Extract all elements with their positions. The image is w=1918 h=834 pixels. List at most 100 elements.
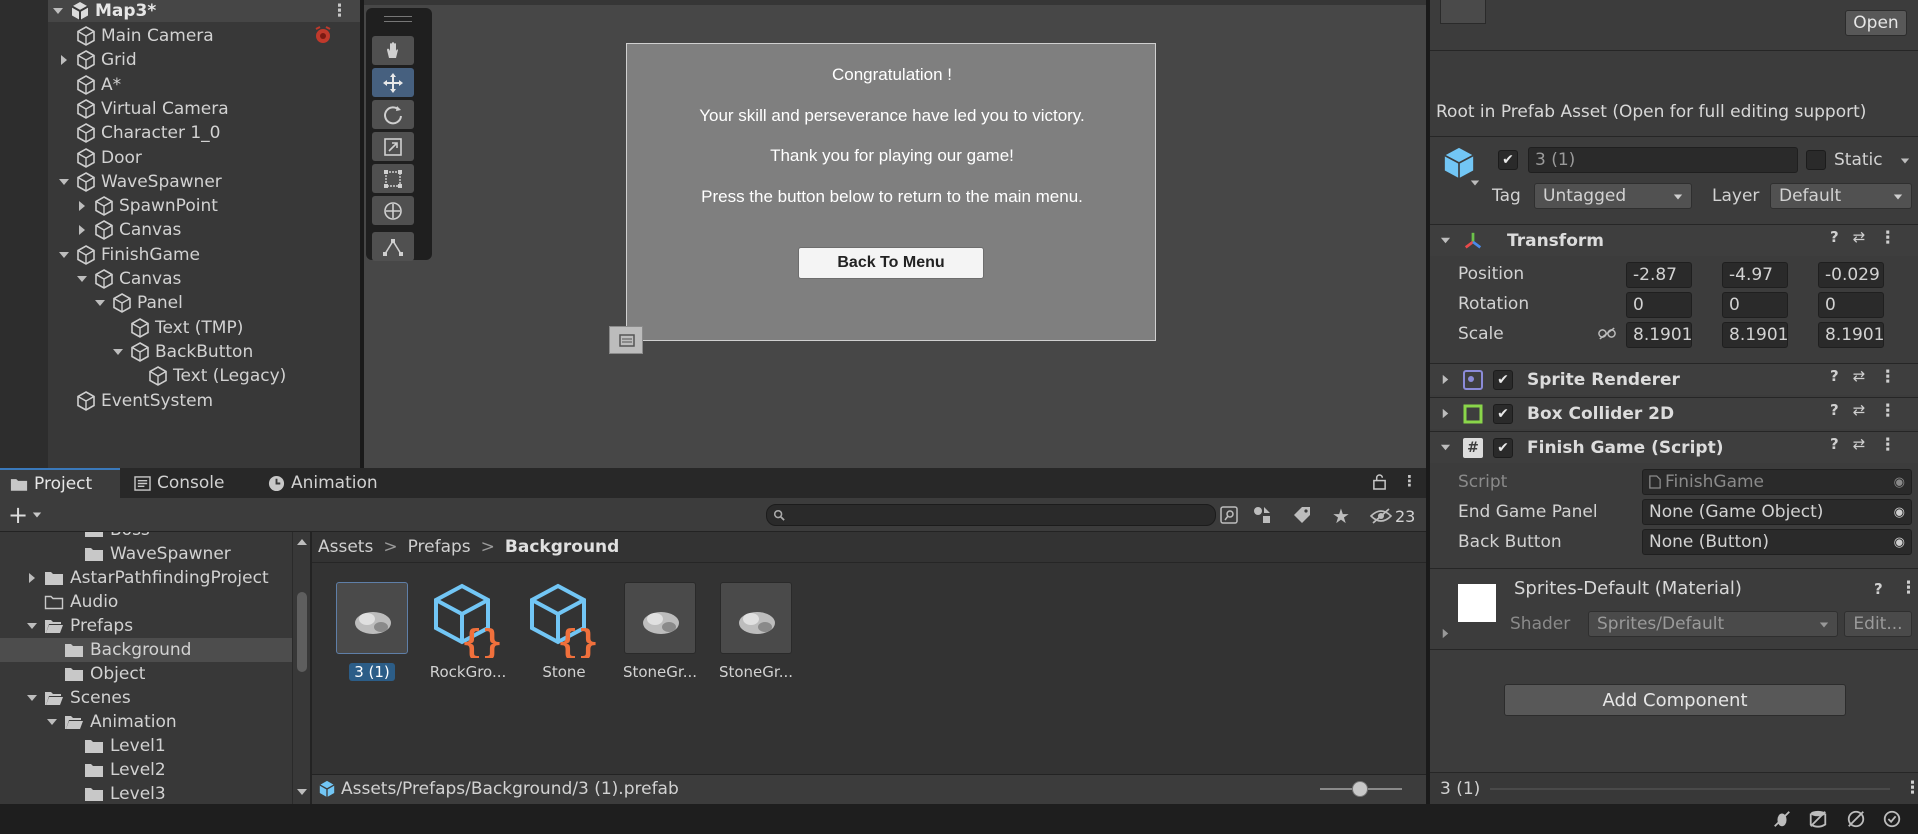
shader-dropdown[interactable]: Sprites/Default	[1588, 611, 1838, 637]
hierarchy-item[interactable]: Virtual Camera	[0, 97, 229, 121]
scroll-thumb[interactable]	[297, 592, 307, 672]
rotation-z-field[interactable]: 0	[1818, 292, 1884, 318]
scroll-up-icon[interactable]	[296, 536, 308, 548]
rect-handle-icon[interactable]	[609, 326, 643, 354]
chevron-right-icon[interactable]	[1440, 628, 1451, 639]
static-checkbox[interactable]	[1806, 150, 1826, 170]
tag-dropdown[interactable]: Untagged	[1534, 183, 1692, 209]
project-folder-item[interactable]: Background	[0, 638, 292, 662]
chevron-right-icon[interactable]	[76, 224, 88, 236]
position-z-field[interactable]: -0.029	[1818, 262, 1884, 288]
scene-view[interactable]: Congratulation ! Your skill and persevera…	[364, 0, 1426, 468]
scale-tool-button[interactable]	[372, 132, 414, 161]
asset-item[interactable]: {} RockGro...	[422, 582, 514, 692]
breadcrumb-prefaps[interactable]: Prefaps	[408, 537, 471, 557]
project-folder-item[interactable]: Prefaps	[0, 614, 292, 638]
progress-check-icon[interactable]	[1882, 809, 1902, 829]
chevron-down-icon[interactable]	[1900, 156, 1910, 166]
asset-item[interactable]: {} Stone	[518, 582, 610, 692]
chevron-down-icon[interactable]	[94, 297, 106, 309]
add-component-button[interactable]: Add Component	[1504, 684, 1846, 716]
presets-icon[interactable]: ⇄	[1853, 435, 1866, 455]
breadcrumb-background[interactable]: Background	[505, 537, 619, 557]
filter-by-type-icon[interactable]	[1252, 505, 1272, 525]
hierarchy-item[interactable]: A*	[0, 73, 121, 97]
position-y-field[interactable]: -4.97	[1722, 262, 1788, 288]
scale-y-field[interactable]: 8.1901	[1722, 322, 1788, 348]
object-picker-icon[interactable]: ◉	[1894, 535, 1905, 550]
sprite-renderer-enabled-checkbox[interactable]: ✔	[1493, 369, 1513, 390]
context-menu-icon[interactable]: ⋮	[1879, 435, 1896, 455]
chevron-right-icon[interactable]	[26, 572, 38, 584]
footer-resize-bar[interactable]	[1490, 788, 1890, 790]
chevron-down-icon[interactable]	[46, 716, 58, 728]
script-field[interactable]: FinishGame ◉	[1642, 469, 1912, 495]
chevron-down-icon[interactable]	[112, 346, 124, 358]
help-icon[interactable]: ?	[1830, 435, 1839, 455]
icon-size-slider[interactable]	[1320, 781, 1402, 797]
tab-console[interactable]: Console	[134, 468, 225, 498]
tree-scrollbar[interactable]	[292, 532, 310, 804]
back-button-field[interactable]: None (Button) ◉	[1642, 529, 1912, 555]
chevron-right-icon[interactable]	[58, 54, 70, 66]
cache-server-icon[interactable]	[1808, 809, 1828, 829]
finish-game-enabled-checkbox[interactable]: ✔	[1493, 437, 1513, 458]
project-folder-item[interactable]: Scenes	[0, 686, 292, 710]
project-search-input[interactable]	[766, 504, 1216, 526]
project-folder-item[interactable]: AstarPathfindingProject	[0, 566, 292, 590]
project-folder-item[interactable]: Audio	[0, 590, 292, 614]
rotation-x-field[interactable]: 0	[1626, 292, 1692, 318]
active-checkbox[interactable]: ✔	[1498, 150, 1518, 170]
hierarchy-item[interactable]: Panel	[0, 291, 183, 315]
finish-panel[interactable]: Congratulation ! Your skill and persevera…	[626, 43, 1156, 341]
rotation-y-field[interactable]: 0	[1722, 292, 1788, 318]
chevron-right-icon[interactable]	[76, 200, 88, 212]
context-menu-icon[interactable]: ⋮	[1904, 778, 1918, 798]
hierarchy-item[interactable]: Text (TMP)	[0, 316, 243, 340]
context-menu-icon[interactable]: ⋮	[1879, 228, 1896, 248]
chevron-down-icon[interactable]	[58, 249, 70, 261]
help-icon[interactable]: ?	[1830, 228, 1839, 248]
chevron-right-icon[interactable]	[1440, 408, 1451, 419]
help-icon[interactable]: ?	[1830, 367, 1839, 387]
hierarchy-item[interactable]: Character 1_0	[0, 121, 220, 145]
box-collider-enabled-checkbox[interactable]: ✔	[1493, 403, 1513, 424]
chevron-down-icon[interactable]	[76, 273, 88, 285]
project-folder-item[interactable]: Level3	[0, 782, 292, 804]
hidden-packages-toggle[interactable]: 23	[1370, 504, 1415, 528]
chevron-right-icon[interactable]	[1440, 374, 1451, 385]
chevron-down-icon[interactable]	[52, 5, 64, 17]
hand-tool-button[interactable]	[372, 36, 414, 65]
bug-disabled-icon[interactable]	[1772, 809, 1792, 829]
filter-by-label-icon[interactable]	[1292, 505, 1312, 525]
hierarchy-item[interactable]: EventSystem	[0, 389, 213, 413]
hierarchy-item[interactable]: BackButton	[0, 340, 253, 364]
open-prefab-button[interactable]: Open	[1845, 10, 1907, 36]
tab-project[interactable]: Project	[0, 468, 120, 498]
rect-tool-button[interactable]	[372, 164, 414, 193]
object-picker-icon[interactable]: ◉	[1894, 475, 1905, 490]
hierarchy-item[interactable]: Canvas	[0, 218, 181, 242]
project-folder-item[interactable]: Level1	[0, 734, 292, 758]
chevron-down-icon[interactable]	[26, 620, 38, 632]
layer-dropdown[interactable]: Default	[1770, 183, 1912, 209]
hierarchy-item[interactable]: Canvas	[0, 267, 181, 291]
asset-item[interactable]: 3 (1)	[326, 582, 418, 692]
chevron-down-icon[interactable]	[1440, 235, 1451, 246]
scene-menu-icon[interactable]: ⋮	[331, 1, 348, 21]
camera-gizmo-icon[interactable]	[312, 24, 334, 44]
scroll-down-icon[interactable]	[296, 786, 308, 798]
context-menu-icon[interactable]: ⋮	[1879, 367, 1896, 387]
transform-tool-button[interactable]	[372, 196, 414, 225]
context-menu-icon[interactable]: ⋮	[1900, 578, 1917, 598]
hierarchy-item[interactable]: WaveSpawner	[0, 170, 222, 194]
help-icon[interactable]: ?	[1874, 580, 1883, 598]
hierarchy-item[interactable]: SpawnPoint	[0, 194, 218, 218]
hierarchy-scene-row[interactable]: Map3* ⋮	[48, 0, 360, 22]
chevron-down-icon[interactable]	[26, 692, 38, 704]
object-name-field[interactable]: 3 (1)	[1528, 147, 1798, 173]
chevron-down-icon[interactable]	[1440, 442, 1451, 453]
position-x-field[interactable]: -2.87	[1626, 262, 1692, 288]
hierarchy-item[interactable]: Door	[0, 146, 142, 170]
constrain-proportions-icon[interactable]	[1598, 327, 1616, 340]
